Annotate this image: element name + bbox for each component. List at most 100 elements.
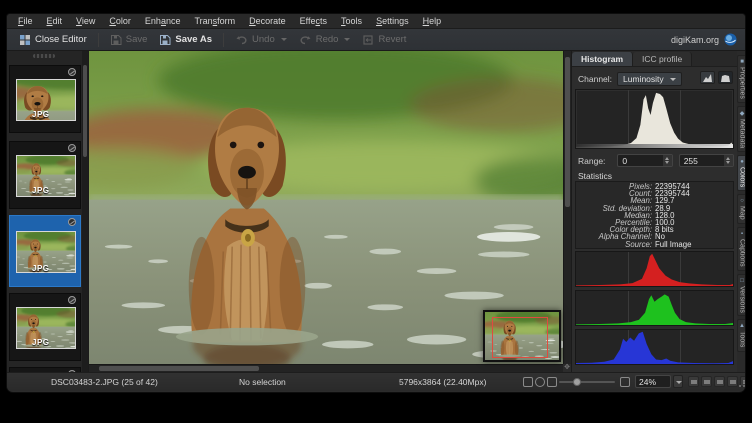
indicator-button-3[interactable] [714, 376, 725, 387]
save-as-icon [159, 34, 171, 46]
format-badge: JPG [32, 110, 50, 119]
save-as-button[interactable]: Save As [153, 32, 218, 48]
redo-dropdown-icon[interactable] [344, 38, 350, 41]
blue-channel-histogram [575, 329, 734, 365]
scrollbar-thumb[interactable] [83, 65, 87, 157]
zoom-fit-window-button[interactable] [523, 377, 533, 387]
canvas-horizontal-scrollbar[interactable] [89, 364, 563, 372]
menu-transform[interactable]: Transform [187, 14, 242, 28]
navigator-view-rect[interactable] [492, 317, 548, 358]
channel-value: Luminosity [623, 74, 664, 84]
toolbar-separator [223, 33, 224, 47]
linear-scale-button[interactable] [700, 71, 715, 84]
format-badge: JPG [32, 338, 50, 347]
thumbnail-item[interactable]: JPG [9, 141, 81, 209]
desktop: FileEditViewColorEnhanceTransformDecorat… [0, 0, 752, 423]
sidebar-tab-label: Properties [739, 67, 746, 99]
map-icon: ○ [739, 198, 745, 204]
scrollbar-thumb[interactable] [99, 366, 259, 371]
menu-bar: FileEditViewColorEnhanceTransformDecorat… [7, 14, 745, 29]
spinner-arrows-icon[interactable] [724, 155, 733, 166]
revert-label: Revert [378, 34, 406, 45]
sidebar-tab-captions[interactable]: ▪Captions [737, 227, 746, 271]
status-dimensions: 5796x3864 (22.40Mpx) [399, 377, 486, 387]
zoom-in-icon[interactable] [620, 377, 630, 387]
zoom-slider[interactable] [559, 381, 615, 383]
sidebar-tab-versions[interactable]: □Versions [737, 274, 746, 317]
save-label: Save [126, 34, 148, 45]
stat-row: Source:Full Image [576, 241, 733, 248]
tab-histogram[interactable]: Histogram [572, 52, 633, 66]
menu-view[interactable]: View [69, 14, 102, 28]
channel-select[interactable]: Luminosity [617, 72, 682, 86]
thumbbar-drag-handle[interactable] [33, 54, 55, 58]
status-filename: DSC03483-2.JPG (25 of 42) [51, 377, 158, 387]
zoom-percentage-input[interactable]: 24% [635, 375, 671, 388]
main-histogram[interactable] [575, 89, 734, 149]
menu-enhance[interactable]: Enhance [138, 14, 188, 28]
toolbar-separator [98, 33, 99, 47]
menu-file[interactable]: File [11, 14, 40, 28]
sidebar-tab-properties[interactable]: ■Properties [737, 55, 746, 103]
digikam-brand: digiKam.org [671, 33, 745, 46]
menu-effects[interactable]: Effects [293, 14, 334, 28]
zoom-slider-knob[interactable] [573, 378, 581, 386]
undo-button[interactable]: Undo [229, 32, 293, 48]
right-sidebar-tabs: ■Properties ◆Metadata ●Colors ○ Map ▪Captions… [737, 51, 746, 372]
log-scale-button[interactable] [718, 71, 733, 84]
redo-button[interactable]: Redo [293, 32, 357, 48]
zoom-100-button[interactable] [547, 377, 557, 387]
close-editor-button[interactable]: Close Editor [13, 32, 93, 48]
menu-tools[interactable]: Tools [334, 14, 369, 28]
red-channel-histogram [575, 251, 734, 287]
range-min-input[interactable]: 0 [617, 154, 672, 167]
sidebar-tab-tools[interactable]: ▲Tools [737, 319, 746, 351]
thumbnail-item[interactable]: JPG [9, 293, 81, 361]
status-selection: No selection [239, 377, 286, 387]
thumbnail-status-icon [68, 144, 76, 152]
sidebar-tab-map[interactable]: ○ Map [737, 194, 746, 224]
menu-help[interactable]: Help [416, 14, 449, 28]
revert-button[interactable]: Revert [356, 32, 412, 48]
range-max-value: 255 [684, 156, 698, 166]
canvas-vertical-scrollbar[interactable] [563, 51, 571, 364]
green-histogram-plot [576, 291, 733, 325]
menu-edit[interactable]: Edit [40, 14, 70, 28]
revert-icon [362, 34, 374, 46]
pan-corner-button[interactable]: ✥ [563, 364, 571, 372]
sidebar-tab-label: Map [739, 206, 746, 220]
statistics-box: Pixels:22395744Count:22395744Mean:129.7S… [575, 181, 734, 249]
red-histogram-plot [576, 252, 733, 286]
window-resize-grip[interactable] [737, 381, 745, 389]
versions-icon: □ [739, 278, 745, 284]
format-badge: JPG [32, 264, 50, 273]
thumbnail-item-selected[interactable]: JPG [9, 215, 81, 287]
range-max-input[interactable]: 255 [679, 154, 734, 167]
image-canvas: ✥ [89, 51, 571, 372]
zoom-dropdown-button[interactable] [673, 375, 683, 388]
undo-dropdown-icon[interactable] [281, 38, 287, 41]
captions-icon: ▪ [739, 231, 745, 237]
linear-histogram-icon [703, 74, 712, 82]
save-icon [110, 34, 122, 46]
menu-settings[interactable]: Settings [369, 14, 416, 28]
scrollbar-thumb[interactable] [565, 57, 570, 207]
statistics-title: Statistics [578, 171, 612, 181]
indicator-button-1[interactable] [688, 376, 699, 387]
menu-decorate[interactable]: Decorate [242, 14, 293, 28]
status-bar: DSC03483-2.JPG (25 of 42) No selection 5… [7, 372, 746, 391]
luminosity-histogram-plot [576, 90, 733, 148]
navigator-overlay[interactable] [483, 310, 561, 362]
thumbnail-item[interactable]: JPG [9, 65, 81, 133]
indicator-button-2[interactable] [701, 376, 712, 387]
sidebar-tab-colors[interactable]: ●Colors [737, 155, 746, 191]
zoom-fit-selection-button[interactable] [535, 377, 545, 387]
sidebar-tab-metadata[interactable]: ◆Metadata [737, 106, 746, 152]
save-button[interactable]: Save [104, 32, 154, 48]
thumbbar-scrollbar[interactable] [82, 51, 88, 372]
tab-icc-profile[interactable]: ICC profile [633, 52, 692, 66]
menu-color[interactable]: Color [102, 14, 138, 28]
thumbnail-status-icon [68, 218, 76, 226]
spinner-arrows-icon[interactable] [663, 155, 672, 166]
thumbnail-status-icon [68, 68, 76, 76]
